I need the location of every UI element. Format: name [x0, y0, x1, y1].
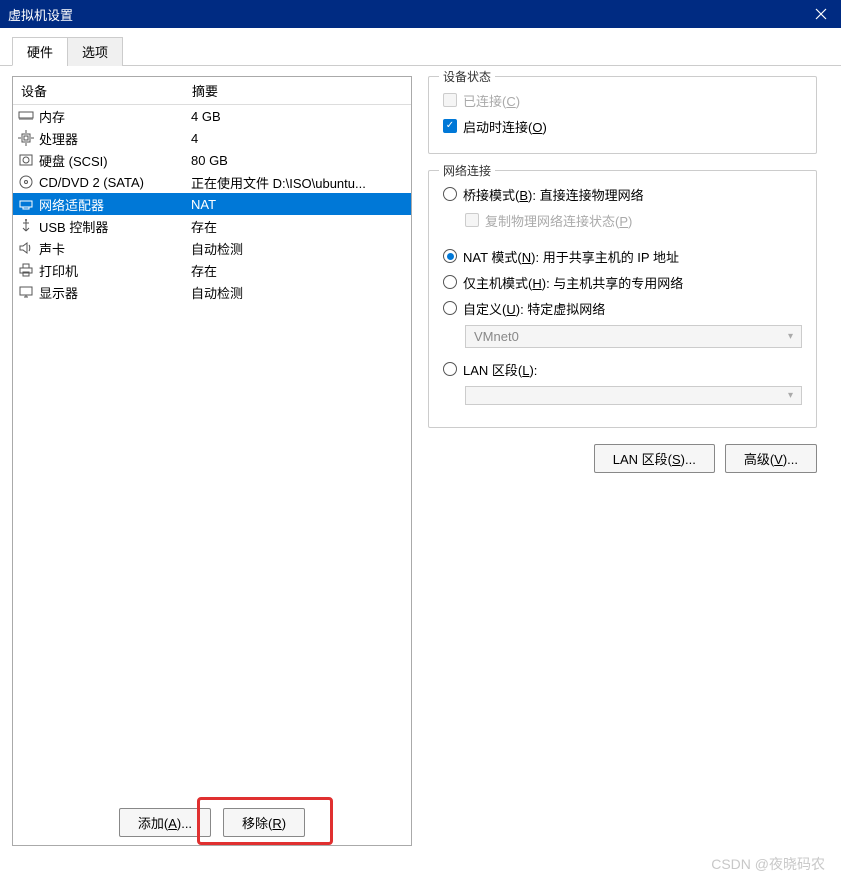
device-summary: 存在 [191, 261, 407, 280]
nat-label: NAT 模式(N): 用于共享主机的 IP 地址 [463, 247, 679, 266]
connected-checkbox [443, 93, 457, 107]
summary-header: 摘要 [192, 81, 407, 100]
device-summary: 自动检测 [191, 283, 407, 302]
watermark: CSDN @夜晓码农 [711, 854, 825, 874]
device-row-cpu[interactable]: 处理器 4 [13, 127, 411, 149]
network-connection-group: 网络连接 桥接模式(B): 直接连接物理网络 复制物理网络连接状态(P) NAT… [428, 170, 817, 428]
tab-hardware[interactable]: 硬件 [12, 37, 68, 66]
hostonly-radio[interactable] [443, 275, 457, 289]
device-row-memory[interactable]: 内存 4 GB [13, 105, 411, 127]
sound-icon [17, 239, 35, 257]
startup-connect-checkbox[interactable] [443, 119, 457, 133]
nat-radio[interactable] [443, 249, 457, 263]
device-row-hdd[interactable]: 硬盘 (SCSI) 80 GB [13, 149, 411, 171]
device-summary: 自动检测 [191, 239, 407, 258]
device-row-cd[interactable]: CD/DVD 2 (SATA) 正在使用文件 D:\ISO\ubuntu... [13, 171, 411, 193]
close-icon[interactable] [801, 0, 841, 28]
chevron-down-icon: ▾ [788, 331, 793, 342]
startup-connect-label: 启动时连接(O) [463, 117, 547, 136]
net-icon [17, 195, 35, 213]
copy-physical-label: 复制物理网络连接状态(P) [485, 211, 632, 230]
device-name: USB 控制器 [39, 217, 191, 236]
device-summary: NAT [191, 197, 407, 212]
device-name: 声卡 [39, 239, 191, 258]
device-name: 内存 [39, 107, 191, 126]
advanced-button[interactable]: 高级(V)... [725, 444, 817, 473]
memory-icon [17, 107, 35, 125]
lan-segment-label: LAN 区段(L): [463, 360, 537, 379]
copy-physical-checkbox [465, 213, 479, 227]
device-name: 硬盘 (SCSI) [39, 151, 191, 170]
device-header: 设备 [17, 81, 192, 100]
custom-label: 自定义(U): 特定虚拟网络 [463, 299, 605, 318]
chevron-down-icon: ▾ [788, 390, 793, 401]
custom-vmnet-select: VMnet0 ▾ [465, 325, 802, 348]
lan-segment-radio[interactable] [443, 362, 457, 376]
device-row-net[interactable]: 网络适配器 NAT [13, 193, 411, 215]
cpu-icon [17, 129, 35, 147]
connected-label: 已连接(C) [463, 91, 520, 110]
device-row-usb[interactable]: USB 控制器 存在 [13, 215, 411, 237]
hdd-icon [17, 151, 35, 169]
display-icon [17, 283, 35, 301]
custom-radio[interactable] [443, 301, 457, 315]
device-name: 处理器 [39, 129, 191, 148]
network-connection-title: 网络连接 [439, 162, 495, 179]
device-row-display[interactable]: 显示器 自动检测 [13, 281, 411, 303]
usb-icon [17, 217, 35, 235]
device-row-sound[interactable]: 声卡 自动检测 [13, 237, 411, 259]
device-list-panel: 设备 摘要 内存 4 GB 处理器 4 硬盘 (SCSI) 80 GB CD/D… [12, 76, 412, 846]
device-name: 显示器 [39, 283, 191, 302]
hostonly-label: 仅主机模式(H): 与主机共享的专用网络 [463, 273, 683, 292]
device-status-group: 设备状态 已连接(C) 启动时连接(O) [428, 76, 817, 154]
bridge-label: 桥接模式(B): 直接连接物理网络 [463, 185, 644, 204]
device-summary: 4 [191, 131, 407, 146]
window-title: 虚拟机设置 [8, 5, 73, 24]
lan-segments-button[interactable]: LAN 区段(S)... [594, 444, 715, 473]
device-name: CD/DVD 2 (SATA) [39, 175, 191, 190]
bridge-radio[interactable] [443, 187, 457, 201]
device-name: 打印机 [39, 261, 191, 280]
device-row-printer[interactable]: 打印机 存在 [13, 259, 411, 281]
device-summary: 存在 [191, 217, 407, 236]
tab-bar: 硬件 选项 [0, 28, 841, 66]
cd-icon [17, 173, 35, 191]
remove-button[interactable]: 移除(R) [223, 808, 305, 837]
device-summary: 80 GB [191, 153, 407, 168]
device-summary: 4 GB [191, 109, 407, 124]
tab-options[interactable]: 选项 [67, 37, 123, 66]
lan-segment-select: ▾ [465, 386, 802, 405]
device-name: 网络适配器 [39, 195, 191, 214]
device-summary: 正在使用文件 D:\ISO\ubuntu... [191, 173, 407, 192]
add-button[interactable]: 添加(A)... [119, 808, 211, 837]
device-status-title: 设备状态 [439, 68, 495, 85]
printer-icon [17, 261, 35, 279]
